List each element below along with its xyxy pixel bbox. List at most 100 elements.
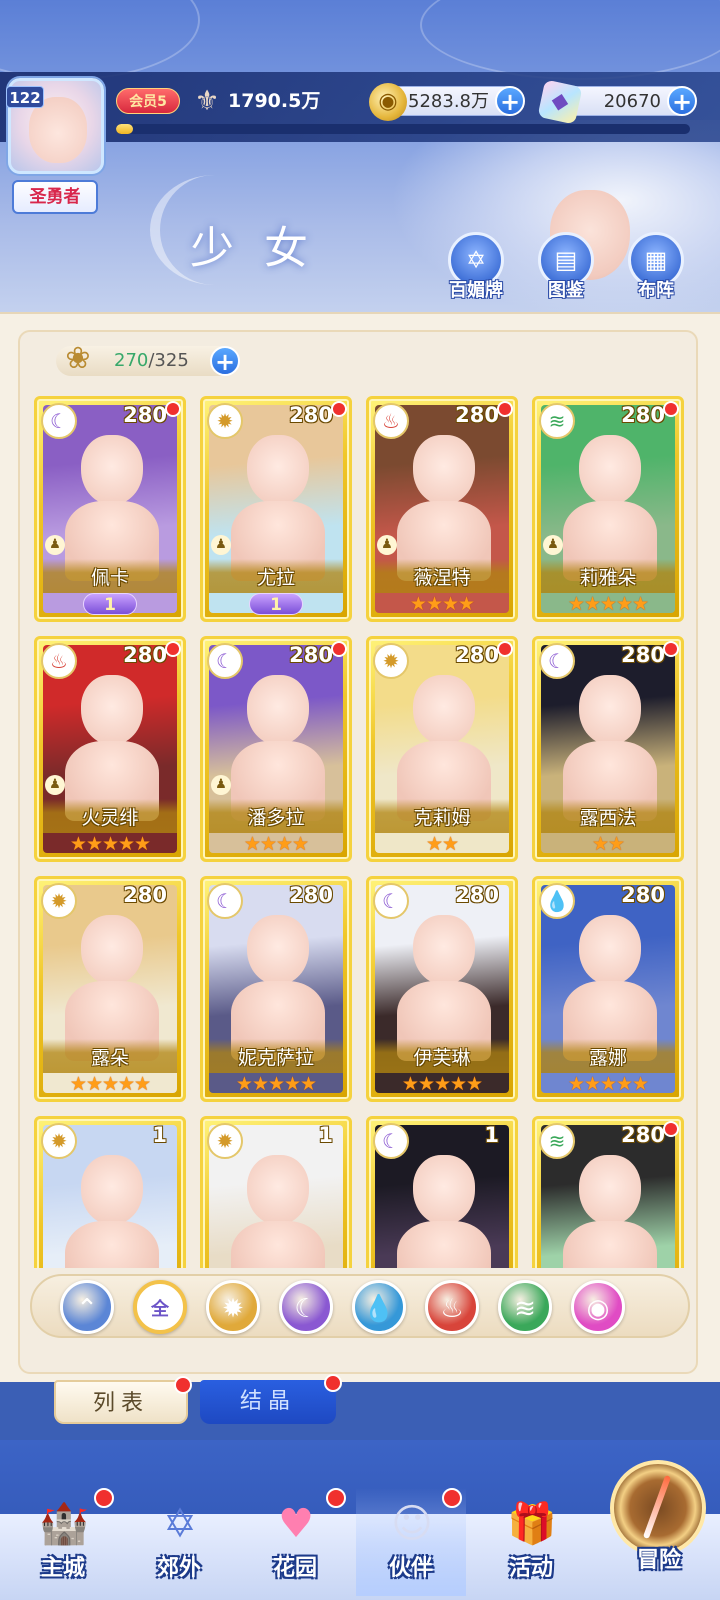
partner-card[interactable]: ✹ 280 尤拉 ♟ 1 — [200, 396, 352, 622]
partner-name: 克莉姆 — [413, 807, 471, 829]
formation-label: 布阵 — [638, 280, 674, 301]
partner-name: 伊芙琳 — [413, 1047, 471, 1069]
partner-name: 莉雅朵 — [579, 567, 637, 589]
moon-element-icon: ☾ — [539, 643, 575, 679]
nav-castle[interactable]: 🏰 主城 — [8, 1488, 118, 1596]
pawn-icon: ♟ — [377, 535, 397, 555]
star-rating: ★★★★★ — [567, 593, 649, 615]
partner-card[interactable]: ☾ 280 潘多拉 ♟ ★★★★ — [200, 636, 352, 862]
filter-special[interactable]: ⌃ — [60, 1280, 114, 1334]
star-rating: ★★ — [425, 833, 459, 855]
shard-count: 280 — [621, 643, 665, 667]
notification-dot — [497, 641, 513, 657]
filter-heart[interactable]: ◉ — [571, 1280, 625, 1334]
nav-heart[interactable]: ♥ 花园 — [240, 1488, 350, 1596]
gem-value: 20670 — [603, 91, 661, 112]
wind-icon: ≋ — [514, 1294, 536, 1324]
star-rating: ★★★★★ — [69, 1073, 151, 1095]
partner-card[interactable]: ☾ 1 — [366, 1116, 518, 1268]
partner-card[interactable]: ✹ 1 — [34, 1116, 186, 1268]
partner-card[interactable]: ☾ 280 伊芙琳 ★★★★★ — [366, 876, 518, 1102]
vip-badge[interactable]: 会员5 — [116, 88, 180, 114]
partner-name: 薇涅特 — [413, 567, 471, 589]
header-background — [0, 0, 720, 320]
partner-card[interactable]: ♨ 280 薇涅特 ♟ ★★★★ — [366, 396, 518, 622]
partner-card[interactable]: 💧 280 露娜 ★★★★★ — [532, 876, 684, 1102]
nav-adventure[interactable]: 冒险 — [604, 1460, 714, 1586]
shard-count: 280 — [621, 1123, 665, 1147]
moon-element-icon: ☾ — [373, 883, 409, 919]
moon-element-icon: ☾ — [207, 643, 243, 679]
sun-element-icon: ✹ — [207, 403, 243, 439]
notification-dot — [663, 641, 679, 657]
hexagram-card-icon: ✡ — [465, 246, 487, 274]
star-rating: ★★★★ — [409, 593, 475, 615]
xp-bar — [116, 124, 690, 134]
tab-list[interactable]: 列表 — [54, 1376, 192, 1424]
add-capacity-button[interactable]: + — [210, 346, 240, 376]
notification-dot — [442, 1488, 462, 1508]
partner-card[interactable]: ✹ 280 克莉姆 ★★ — [366, 636, 518, 862]
nav-portal[interactable]: ✡ 郊外 — [124, 1488, 234, 1596]
filter-all-label: 全 — [151, 1299, 169, 1320]
codex-label: 图鉴 — [548, 280, 584, 301]
book-icon: ▤ — [554, 246, 578, 274]
gem-icon: ◆ — [537, 79, 583, 125]
shard-count: 280 — [621, 883, 665, 907]
notification-dot — [94, 1488, 114, 1508]
shard-count: 280 — [455, 643, 499, 667]
pawn-icon: ♟ — [543, 535, 563, 555]
shard-count: 280 — [455, 883, 499, 907]
nav-gift[interactable]: 🎁 活动 — [476, 1488, 586, 1596]
filter-wind[interactable]: ≋ — [498, 1280, 552, 1334]
wind-element-icon: ≋ — [539, 403, 575, 439]
star-rating: ★★★★★ — [567, 1073, 649, 1095]
partner-card[interactable]: ✹ 280 露朵 ★★★★★ — [34, 876, 186, 1102]
filter-sun[interactable]: ✹ — [206, 1280, 260, 1334]
filter-moon[interactable]: ☾ — [279, 1280, 333, 1334]
partner-card[interactable]: ≋ 280 莉雅朵 ♟ ★★★★★ — [532, 396, 684, 622]
sun-element-icon: ✹ — [207, 1123, 243, 1159]
notification-dot — [497, 401, 513, 417]
nav-partner[interactable]: ☺ 伙伴 — [356, 1488, 466, 1596]
filter-water[interactable]: 💧 — [352, 1280, 406, 1334]
partner-grid: ☾ 280 佩卡 ♟ 1 ✹ 280 尤拉 ♟ 1 ♨ 280 薇涅特 ♟ ★★★★ ≋ 280 莉雅朵 ♟ ★★★★… — [34, 396, 686, 1268]
shard-count: 1 — [484, 1123, 499, 1147]
water-element-icon: 💧 — [539, 883, 575, 919]
partner-card[interactable]: ☾ 280 妮克萨拉 ★★★★★ — [200, 876, 352, 1102]
filter-all[interactable]: 全 — [133, 1280, 187, 1334]
notification-dot — [165, 401, 181, 417]
partner-card[interactable]: ≋ 280 — [532, 1116, 684, 1268]
partner-name: 露娜 — [588, 1047, 627, 1069]
tab-crystal[interactable]: 结晶 — [200, 1374, 342, 1424]
add-gold-button[interactable]: + — [495, 86, 525, 116]
capacity-text: 270/325 — [114, 350, 189, 371]
partner-card[interactable]: ✹ 1 — [200, 1116, 352, 1268]
shard-count: 280 — [289, 643, 333, 667]
partner-card[interactable]: ☾ 280 佩卡 ♟ 1 — [34, 396, 186, 622]
partner-name: 尤拉 — [256, 567, 295, 589]
notification-dot — [174, 1376, 192, 1394]
partner-card[interactable]: ☾ 280 露西法 ★★ — [532, 636, 684, 862]
notification-dot — [663, 401, 679, 417]
star-rating: ★★★★ — [243, 833, 309, 855]
fire-element-icon: ♨ — [41, 643, 77, 679]
add-gem-button[interactable]: + — [667, 86, 697, 116]
heart-orb-icon: ◉ — [586, 1294, 610, 1324]
sun-element-icon: ✹ — [373, 643, 409, 679]
page-title: 少女 — [190, 223, 338, 274]
notification-dot — [326, 1488, 346, 1508]
player-title-badge[interactable]: 圣勇者 — [12, 180, 98, 214]
filter-fire[interactable]: ♨ — [425, 1280, 479, 1334]
notification-dot — [331, 641, 347, 657]
partner-name: 火灵绯 — [81, 807, 139, 829]
star-rating: ★★★★★ — [401, 1073, 483, 1095]
sun-element-icon: ✹ — [41, 883, 77, 919]
combat-power: 1790.5万 — [228, 90, 321, 112]
partner-name: 佩卡 — [90, 567, 129, 589]
moon-element-icon: ☾ — [41, 403, 77, 439]
star-rating: ★★ — [591, 833, 625, 855]
shard-count: 1 — [152, 1123, 167, 1147]
coin-stack-icon: ❀ — [65, 341, 91, 376]
partner-card[interactable]: ♨ 280 火灵绯 ♟ ★★★★★ — [34, 636, 186, 862]
